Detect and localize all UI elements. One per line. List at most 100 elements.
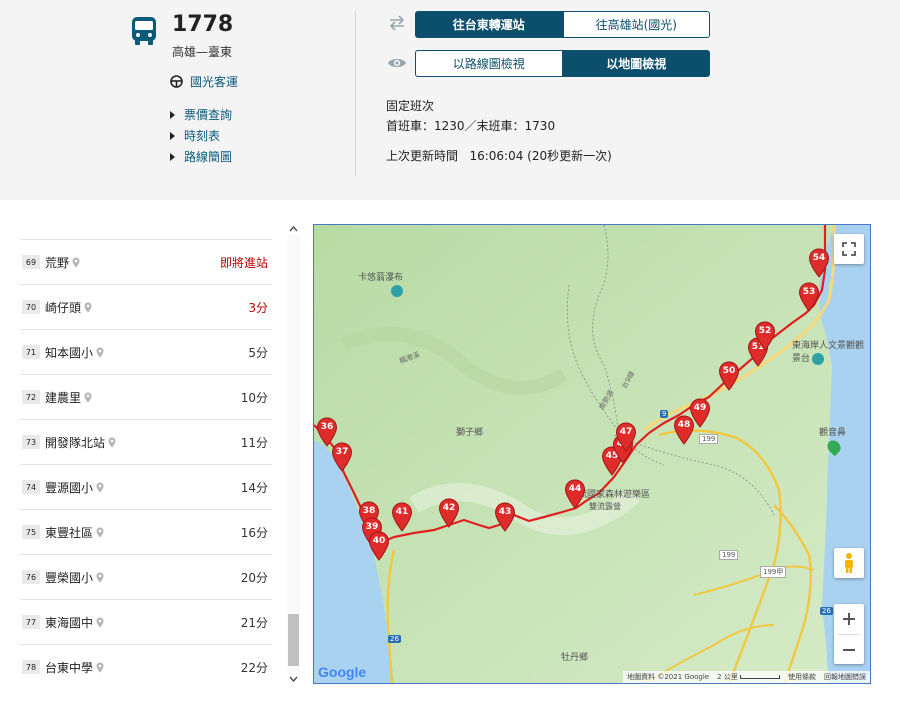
- guanyin-label: 觀音鼻: [819, 428, 847, 438]
- stop-row[interactable]: 71 知本國小 5分: [20, 329, 272, 374]
- shizi-township-label: 獅子鄉: [456, 428, 484, 438]
- scenic-poi-icon[interactable]: [812, 353, 824, 365]
- stop-list: 69 荒野 即將進站 70 崎仔頭 3分 71 知本國小 5分 72 建農里 10分 73 開發隊北站 11…: [20, 239, 272, 689]
- route-description: 高雄—臺東: [172, 45, 233, 59]
- forest-camp-label: 雙流露營: [589, 502, 621, 511]
- update-info: 上次更新時間 16:06:04 (20秒更新一次): [386, 149, 612, 163]
- scrollbar-thumb[interactable]: [288, 614, 299, 666]
- terms-link[interactable]: 使用條款: [788, 672, 816, 682]
- timetable-link[interactable]: 時刻表: [170, 125, 232, 146]
- zoom-in-button[interactable]: [834, 604, 864, 634]
- stop-row[interactable]: 69 荒野 即將進站: [20, 239, 272, 284]
- stop-sequence: 77: [22, 615, 40, 629]
- stop-marker[interactable]: 50: [718, 361, 740, 391]
- stop-marker[interactable]: 40: [368, 531, 390, 561]
- stop-marker[interactable]: 52: [754, 321, 776, 351]
- direction-kaohsiung-button[interactable]: 往高雄站(國光): [562, 11, 710, 38]
- route-diagram-link[interactable]: 路線簡圖: [170, 146, 232, 167]
- plus-icon: [843, 613, 855, 625]
- fullscreen-button[interactable]: [834, 234, 864, 264]
- map-view-button[interactable]: 以地圖檢視: [562, 50, 710, 77]
- stop-sequence: 78: [22, 660, 40, 674]
- stop-name: 台東中學: [45, 660, 94, 675]
- stop-row[interactable]: 72 建農里 10分: [20, 374, 272, 419]
- route-view-button[interactable]: 以路線圖檢視: [415, 50, 563, 77]
- minus-icon: [843, 648, 855, 651]
- stop-row[interactable]: 78 台東中學 22分: [20, 644, 272, 689]
- schedule-type: 固定班次: [386, 99, 435, 113]
- stop-list-scrollbar[interactable]: [287, 222, 300, 684]
- stop-row[interactable]: 73 開發隊北站 11分: [20, 419, 272, 464]
- highway-199a-label: 199甲: [760, 566, 787, 578]
- stop-name: 豐榮國小: [45, 570, 94, 585]
- stop-name: 建農里: [45, 390, 82, 405]
- stop-marker[interactable]: 44: [564, 479, 586, 509]
- map-pin-icon[interactable]: [96, 347, 104, 358]
- caret-right-icon: [170, 110, 175, 119]
- scale-bar: 2 公里: [717, 672, 780, 682]
- map-pin-icon[interactable]: [72, 257, 80, 268]
- stop-row[interactable]: 75 東豐社區 16分: [20, 509, 272, 554]
- stop-marker[interactable]: 54: [808, 248, 830, 278]
- zoom-control: [834, 604, 864, 664]
- stop-marker[interactable]: 41: [391, 502, 413, 532]
- waterfall-label: 卡悠蓊瀑布: [358, 273, 404, 283]
- street-view-pegman[interactable]: [834, 548, 864, 578]
- map-pin-icon[interactable]: [96, 482, 104, 493]
- stop-marker[interactable]: 47: [615, 422, 637, 452]
- stop-eta: 3分: [248, 300, 268, 315]
- stop-row[interactable]: 77 東海國中 21分: [20, 599, 272, 644]
- scroll-up-icon[interactable]: [289, 224, 298, 234]
- caret-right-icon: [170, 152, 175, 161]
- swap-direction-icon: [389, 15, 405, 31]
- map-pin-icon[interactable]: [96, 572, 104, 583]
- fare-link[interactable]: 票價查詢: [170, 104, 232, 125]
- fullscreen-icon: [842, 242, 856, 256]
- direction-taitung-button[interactable]: 往台東轉運站: [415, 11, 563, 38]
- steering-wheel-icon: [170, 75, 183, 88]
- stop-sequence: 74: [22, 480, 40, 494]
- stop-name: 開發隊北站: [45, 435, 106, 450]
- stop-marker[interactable]: 37: [331, 442, 353, 472]
- stop-sequence: 70: [22, 300, 40, 314]
- map-pin-icon[interactable]: [84, 392, 92, 403]
- route-map[interactable]: 卡悠蓊瀑布 獅子鄉 雙流國家森林遊樂區 雙流露營 東海岸人文景觀觀景台 觀音鼻 …: [313, 224, 871, 684]
- map-pin-icon[interactable]: [108, 437, 116, 448]
- view-toggle: 以路線圖檢視 以地圖檢視: [415, 50, 710, 77]
- zoom-out-button[interactable]: [834, 635, 864, 664]
- stop-marker[interactable]: 49: [689, 398, 711, 428]
- stop-eta: 5分: [248, 345, 268, 360]
- operator-link[interactable]: 國光客運: [190, 73, 238, 90]
- pegman-icon: [845, 553, 853, 573]
- stop-name: 知本國小: [45, 345, 94, 360]
- map-pin-icon[interactable]: [96, 617, 104, 628]
- stop-sequence: 71: [22, 345, 40, 359]
- map-pin-icon[interactable]: [96, 662, 104, 673]
- highway-199-label: 199: [719, 550, 739, 560]
- stop-sequence: 73: [22, 435, 40, 449]
- scrollbar-track[interactable]: [287, 234, 300, 672]
- map-pin-icon[interactable]: [84, 302, 92, 313]
- stop-row[interactable]: 76 豐榮國小 20分: [20, 554, 272, 599]
- scroll-down-icon[interactable]: [289, 674, 298, 684]
- stop-marker[interactable]: 53: [798, 282, 820, 312]
- google-logo[interactable]: Google: [318, 664, 366, 680]
- stop-row[interactable]: 70 崎仔頭 3分: [20, 284, 272, 329]
- highway-9-shield: 9: [660, 410, 669, 418]
- direction-toggle: 往台東轉運站 往高雄站(國光): [415, 11, 710, 38]
- stop-sequence: 76: [22, 570, 40, 584]
- caret-right-icon: [170, 131, 175, 140]
- stop-marker[interactable]: 42: [438, 498, 460, 528]
- stop-sequence: 72: [22, 390, 40, 404]
- stop-marker[interactable]: 43: [494, 502, 516, 532]
- map-pin-icon[interactable]: [96, 527, 104, 538]
- divider: [355, 10, 356, 176]
- stop-eta: 20分: [240, 570, 268, 585]
- report-error-link[interactable]: 回報地圖錯誤: [824, 672, 866, 682]
- stop-row[interactable]: 74 豐源國小 14分: [20, 464, 272, 509]
- eye-icon: [388, 58, 406, 68]
- waterfall-poi-icon[interactable]: [391, 285, 403, 297]
- route-header: 1778 高雄—臺東 國光客運 票價查詢 時刻表 路線簡圖 往台東轉運站 往高雄…: [0, 0, 900, 200]
- scenic-spot-label: 東海岸人文景觀觀景台: [792, 341, 865, 364]
- stop-eta: 10分: [240, 390, 268, 405]
